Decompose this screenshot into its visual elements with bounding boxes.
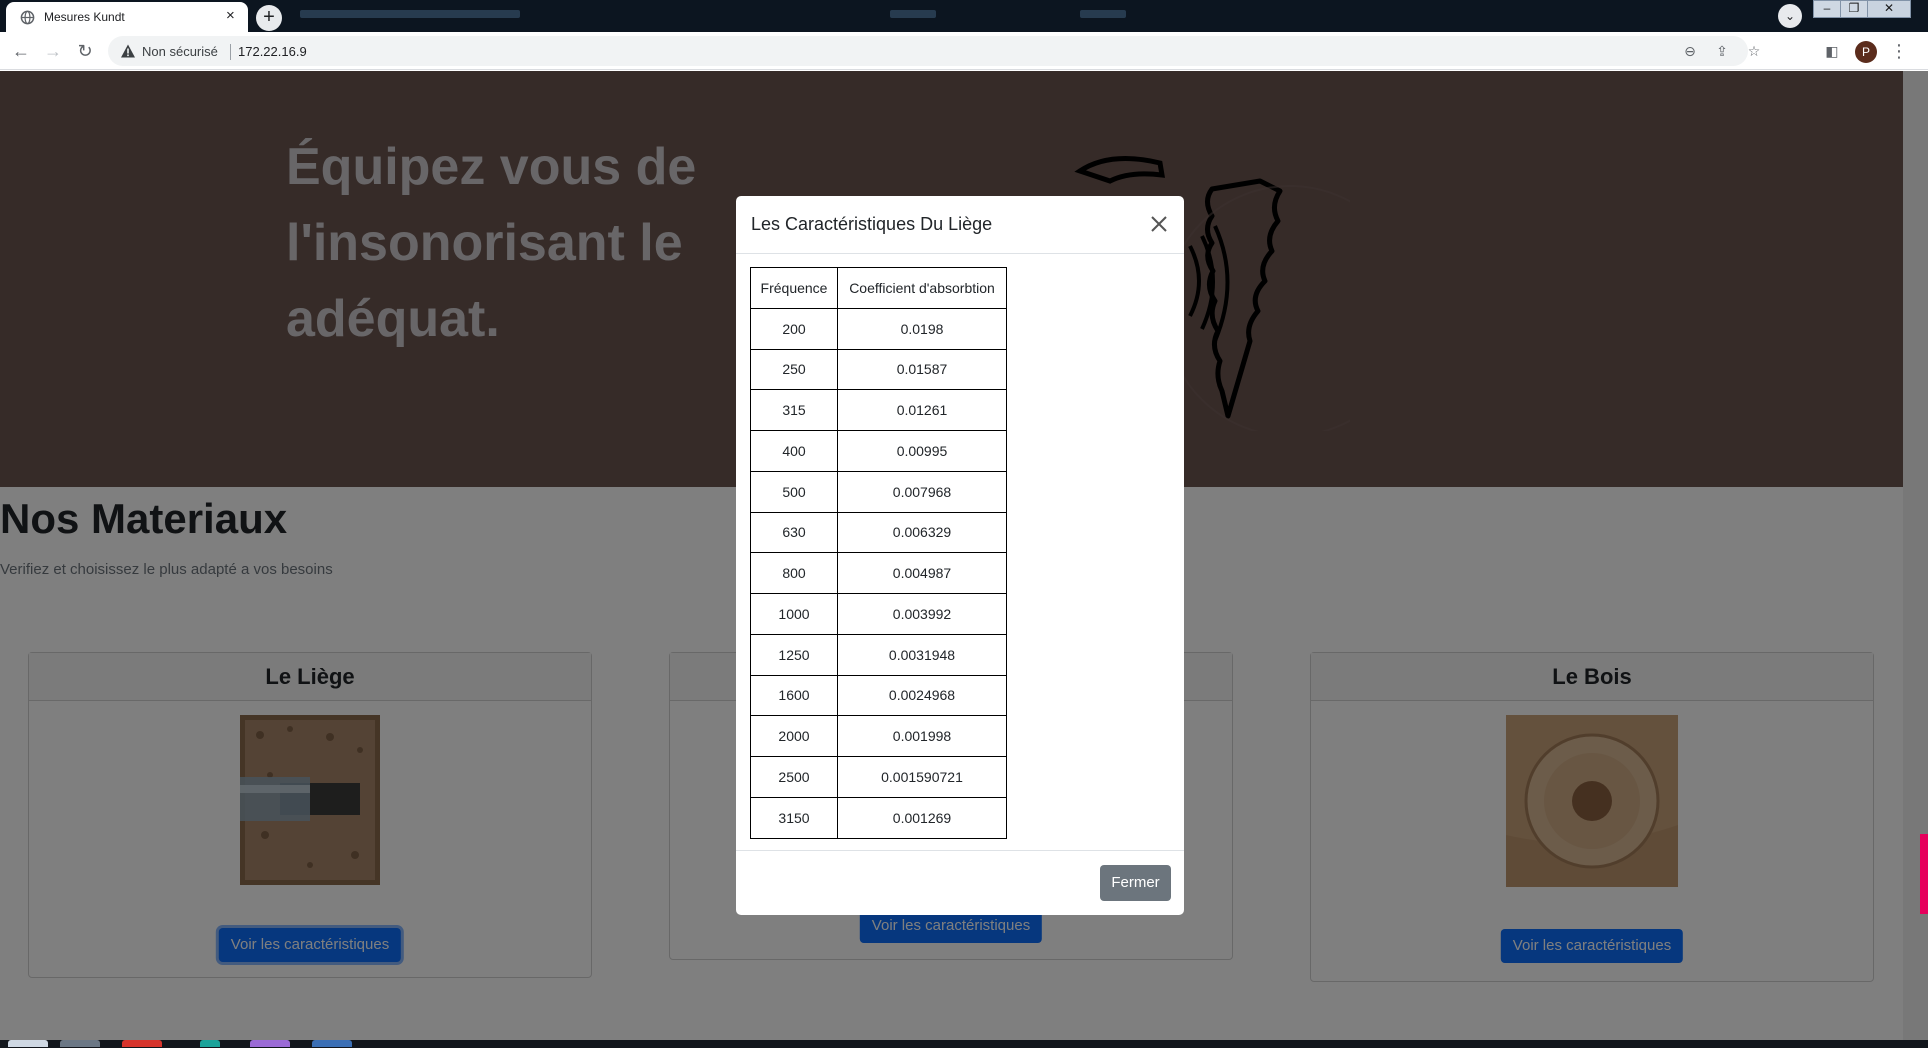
taskbar-app-icon[interactable] (250, 1040, 290, 1047)
security-label[interactable]: Non sécurisé (142, 44, 218, 59)
side-badge (1920, 834, 1928, 914)
blurred-taskbar-text (300, 10, 520, 18)
frequency-cell: 630 (750, 511, 838, 554)
taskbar-app-icon[interactable] (122, 1040, 162, 1047)
taskbar-app-icon[interactable] (60, 1040, 100, 1047)
browser-tab[interactable]: Mesures Kundt × (6, 2, 248, 32)
frequency-cell: 2500 (750, 756, 838, 798)
coefficient-cell: 0.0031948 (837, 633, 1007, 676)
table-row: 1600 0.0024968 (750, 674, 1007, 717)
frequency-cell: 1600 (750, 674, 838, 717)
forward-icon[interactable]: → (42, 40, 64, 62)
frequency-cell: 500 (750, 470, 838, 513)
table-row: 2000 0.001998 (750, 715, 1007, 757)
table-row: 630 0.006329 (750, 511, 1007, 554)
bookmark-star-icon[interactable]: ☆ (1746, 43, 1762, 59)
table-row: 3150 0.001269 (750, 796, 1007, 839)
coefficient-cell: 0.003992 (837, 593, 1007, 635)
frequency-cell: 1000 (750, 593, 838, 635)
frequency-cell: 250 (750, 348, 838, 391)
column-header-frequency: Fréquence (750, 267, 838, 309)
back-icon[interactable]: ← (10, 40, 32, 62)
zoom-icon[interactable]: ⊖ (1682, 43, 1698, 59)
page-content: Équipez vous de l'insonorisant le adéqua… (0, 71, 1928, 1040)
coefficient-cell: 0.01261 (837, 389, 1007, 431)
profile-avatar[interactable]: P (1855, 41, 1877, 63)
column-header-coefficient: Coefficient d'absorbtion (837, 267, 1007, 309)
reload-icon[interactable]: ↻ (74, 40, 96, 62)
frequency-cell: 200 (750, 307, 838, 350)
coefficient-cell: 0.006329 (837, 511, 1007, 554)
coefficient-cell: 0.007968 (837, 470, 1007, 513)
tab-strip: Mesures Kundt × + ⌄ – ❐ ✕ (0, 0, 1928, 32)
characteristics-modal: Les Caractéristiques Du Liège Fréquence … (736, 196, 1184, 915)
table-header-row: Fréquence Coefficient d'absorbtion (750, 267, 1007, 309)
frequency-cell: 1250 (750, 633, 838, 676)
table-row: 500 0.007968 (750, 470, 1007, 513)
taskbar-app-icon[interactable] (312, 1040, 352, 1047)
table-row: 315 0.01261 (750, 389, 1007, 431)
coefficient-cell: 0.0198 (837, 307, 1007, 350)
restore-icon[interactable]: ❐ (1840, 0, 1868, 18)
coefficient-cell: 0.00995 (837, 430, 1007, 472)
browser-toolbar: ← → ↻ Non sécurisé 172.22.16.9 ⊖ ⇪ ☆ ◧ P… (0, 32, 1928, 70)
table-row: 1250 0.0031948 (750, 633, 1007, 676)
tab-title: Mesures Kundt (44, 10, 125, 24)
window-close-icon[interactable]: ✕ (1867, 0, 1911, 18)
coefficient-cell: 0.0024968 (837, 674, 1007, 717)
table-row: 800 0.004987 (750, 552, 1007, 594)
coefficient-cell: 0.001590721 (837, 756, 1007, 798)
coefficient-cell: 0.001998 (837, 715, 1007, 757)
close-icon[interactable] (1149, 214, 1169, 234)
address-separator (230, 44, 231, 60)
modal-header: Les Caractéristiques Du Liège (736, 196, 1184, 254)
table-row: 200 0.0198 (750, 307, 1007, 350)
modal-title: Les Caractéristiques Du Liège (751, 214, 993, 234)
modal-footer: Fermer (736, 850, 1184, 915)
frequency-cell: 315 (750, 389, 838, 431)
table-row: 400 0.00995 (750, 430, 1007, 472)
table-row: 250 0.01587 (750, 348, 1007, 391)
taskbar-app-icon[interactable] (200, 1040, 220, 1047)
url-text[interactable]: 172.22.16.9 (238, 44, 307, 59)
coefficient-cell: 0.004987 (837, 552, 1007, 594)
tab-close-icon[interactable]: × (226, 8, 235, 24)
frequency-cell: 3150 (750, 796, 838, 839)
table-row: 1000 0.003992 (750, 593, 1007, 635)
frequency-cell: 400 (750, 430, 838, 472)
address-bar[interactable]: Non sécurisé 172.22.16.9 ⊖ ⇪ ☆ (108, 36, 1760, 66)
coefficient-cell: 0.01587 (837, 348, 1007, 391)
minimize-icon[interactable]: – (1813, 0, 1841, 18)
side-panel-icon[interactable]: ◧ (1824, 43, 1840, 59)
menu-icon[interactable]: ⋮ (1890, 40, 1908, 62)
frequency-cell: 800 (750, 552, 838, 594)
warning-icon[interactable] (120, 43, 136, 59)
close-modal-button[interactable]: Fermer (1100, 865, 1171, 901)
new-tab-button[interactable]: + (256, 5, 282, 31)
coefficient-cell: 0.001269 (837, 796, 1007, 839)
share-icon[interactable]: ⇪ (1714, 43, 1730, 59)
os-taskbar (0, 1040, 1928, 1048)
absorption-table: Fréquence Coefficient d'absorbtion 200 0.… (750, 267, 1007, 839)
frequency-cell: 2000 (750, 715, 838, 757)
globe-icon (20, 10, 35, 25)
start-icon[interactable] (8, 1040, 48, 1047)
table-row: 2500 0.001590721 (750, 756, 1007, 798)
blurred-taskbar-text (890, 10, 936, 18)
blurred-taskbar-text (1080, 10, 1126, 18)
tab-search-icon[interactable]: ⌄ (1778, 4, 1802, 28)
